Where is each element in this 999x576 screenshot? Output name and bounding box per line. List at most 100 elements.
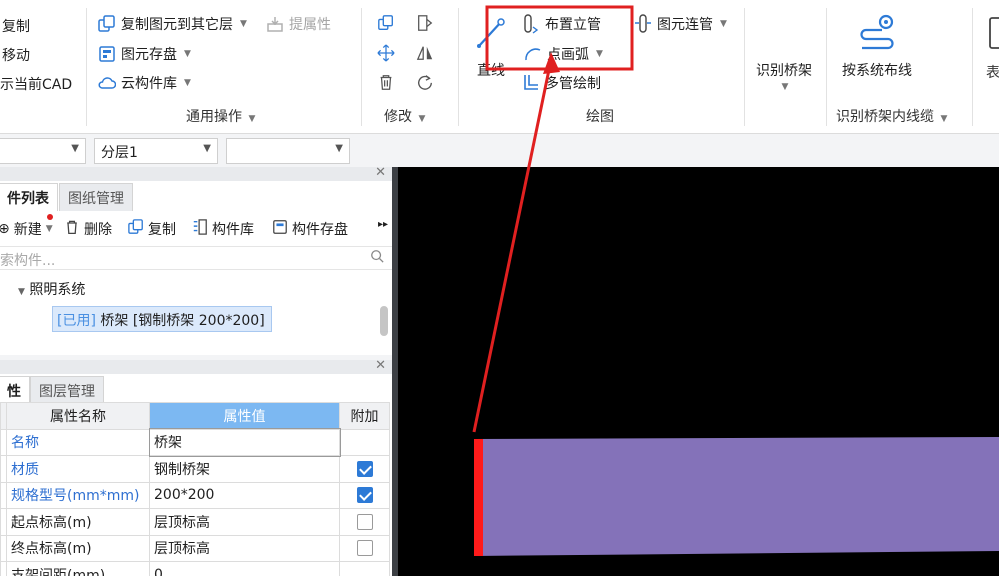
close-icon[interactable]: ✕ — [375, 358, 386, 373]
property-value[interactable]: 钢制桥架 — [149, 455, 340, 483]
component-search[interactable]: 索构件... — [0, 246, 392, 270]
save-icon — [272, 219, 288, 239]
property-value[interactable]: 桥架 — [148, 428, 341, 457]
ribbon-separator — [361, 8, 362, 126]
search-icon — [370, 249, 384, 267]
multi-pipe-label: 多管绘制 — [545, 76, 601, 92]
component-library-button[interactable]: 构件库 — [192, 219, 254, 239]
general-ops-group-label[interactable]: 通用操作 ▼ — [186, 106, 255, 126]
table-text: 表 — [986, 65, 999, 81]
chevron-down-icon: ▼ — [418, 114, 426, 124]
scrollbar-thumb[interactable] — [380, 306, 388, 336]
extract-props-label: 提属性 — [289, 17, 331, 33]
extract-props-button[interactable]: 提属性 — [266, 14, 331, 34]
property-name: 起点标高(m) — [6, 508, 150, 536]
stretch-button[interactable] — [416, 14, 434, 32]
new-component-button[interactable]: ⊕ 新建 ▼ — [0, 214, 53, 239]
tray-cable-group-label[interactable]: 识别桥架内线缆 ▼ — [836, 106, 947, 126]
table-row[interactable]: 材质 钢制桥架 — [0, 455, 390, 483]
table-button[interactable] — [984, 12, 999, 56]
table-row[interactable]: 规格型号(mm*mm) 200*200 — [0, 481, 390, 509]
ribbon: 复制 移动 示当前CAD 复制图元到其它层 ▼ 提属性 图元存盘 ▼ 云构件库 … — [0, 0, 999, 134]
copy-icon — [128, 219, 144, 239]
connect-pipe-button[interactable]: 图元连管 ▼ — [634, 14, 727, 34]
double-chevron-right-icon: ▸▸ — [378, 219, 389, 230]
more-tools-button[interactable]: ▸▸ — [378, 219, 388, 230]
table-row[interactable]: 支架间距(mm) 0 — [0, 561, 390, 576]
close-icon[interactable]: ✕ — [375, 165, 386, 180]
copy-component-button[interactable]: 复制 — [128, 219, 176, 239]
copy-to-layer-button[interactable]: 复制图元到其它层 ▼ — [98, 14, 247, 34]
line-button[interactable]: 直线 — [473, 14, 509, 80]
copy-button[interactable]: 复制 — [2, 16, 30, 36]
delete-icon-button[interactable] — [377, 73, 395, 91]
mirror-button[interactable] — [416, 44, 434, 62]
copy-icon-button[interactable] — [377, 14, 395, 32]
floor-select[interactable]: ▼ — [0, 138, 86, 164]
ribbon-top-strip — [0, 0, 999, 6]
move-button[interactable]: 移动 — [2, 45, 30, 65]
copy-label: 复制 — [2, 19, 30, 35]
tab-properties[interactable]: 性 — [0, 376, 30, 404]
table-icon — [984, 12, 999, 56]
tab-component-list[interactable]: 件列表 — [0, 183, 58, 211]
chevron-down-icon: ▼ — [71, 143, 79, 154]
table-row[interactable]: 名称 桥架 — [0, 428, 390, 457]
attach-checkbox[interactable] — [356, 460, 373, 477]
property-name: 终点标高(m) — [6, 534, 150, 562]
property-value[interactable]: 200*200 — [149, 481, 340, 509]
new-label: 新建 — [13, 222, 42, 238]
property-name: 名称 — [6, 428, 150, 456]
table-row[interactable]: 起点标高(m) 层顶标高 — [0, 508, 390, 536]
list-item-cable-tray[interactable]: [已用] 桥架 [钢制桥架 200*200] — [52, 306, 272, 332]
rotate-button[interactable] — [416, 73, 434, 91]
rotate-icon — [416, 73, 434, 91]
riser-pipe-icon — [522, 14, 540, 34]
tree-node-lighting-system[interactable]: ▼ 照明系统 — [18, 279, 85, 299]
move-arrows-icon — [377, 44, 395, 62]
type-select[interactable]: ▼ — [226, 138, 350, 164]
attach-checkbox[interactable] — [356, 487, 373, 504]
show-cad-button[interactable]: 示当前CAD — [0, 74, 72, 94]
panel-header: ✕ — [0, 358, 392, 374]
ribbon-separator — [826, 8, 827, 126]
multi-pipe-button[interactable]: 多管绘制 — [522, 73, 601, 93]
chevron-down-icon: ▼ — [596, 49, 603, 59]
attach-checkbox[interactable] — [356, 540, 373, 557]
layer-select[interactable]: 分层1 ▼ — [94, 138, 218, 164]
tab-component-list-label: 件列表 — [7, 191, 49, 207]
attach-checkbox[interactable] — [356, 513, 373, 530]
list-item-label: 桥架 [钢制桥架 200*200] — [100, 313, 265, 329]
save-element-label: 图元存盘 — [121, 47, 177, 63]
move-icon-button[interactable] — [377, 44, 395, 62]
arc-icon — [524, 45, 542, 63]
attach-cell — [339, 455, 390, 483]
place-riser-button[interactable]: 布置立管 — [522, 14, 601, 34]
tab-drawing-management-label: 图纸管理 — [68, 191, 124, 207]
cloud-icon — [98, 74, 116, 92]
property-value[interactable]: 0 — [149, 561, 340, 576]
table-row[interactable]: 终点标高(m) 层顶标高 — [0, 534, 390, 562]
save-element-button[interactable]: 图元存盘 ▼ — [98, 44, 191, 64]
multi-pipe-icon — [522, 74, 540, 92]
tab-drawing-management[interactable]: 图纸管理 — [59, 183, 133, 211]
modify-group-label[interactable]: 修改 ▼ — [384, 106, 425, 126]
show-cad-label: 示当前CAD — [0, 77, 73, 93]
identify-tray-button[interactable]: 识别桥架 ▼ — [756, 60, 812, 92]
drawing-canvas[interactable] — [398, 167, 999, 576]
property-value[interactable]: 层顶标高 — [149, 508, 340, 536]
tab-layer-management[interactable]: 图层管理 — [30, 376, 104, 404]
chevron-down-icon: ▼ — [940, 114, 948, 124]
component-save-button[interactable]: 构件存盘 — [272, 219, 348, 239]
delete-label: 删除 — [84, 222, 112, 238]
cable-tray-shape[interactable] — [474, 437, 999, 556]
route-by-system-button[interactable]: 按系统布线 — [842, 12, 912, 80]
property-value[interactable]: 层顶标高 — [149, 534, 340, 562]
tab-properties-label: 性 — [7, 384, 21, 400]
arc-button[interactable]: 点画弧 ▼ — [524, 44, 603, 64]
selector-bar: ▼ 分层1 ▼ ▼ — [0, 134, 999, 167]
delete-component-button[interactable]: 删除 — [64, 219, 112, 239]
cloud-library-button[interactable]: 云构件库 ▼ — [98, 73, 191, 93]
route-by-system-label: 按系统布线 — [842, 63, 912, 79]
chevron-down-icon: ▼ — [335, 143, 343, 154]
